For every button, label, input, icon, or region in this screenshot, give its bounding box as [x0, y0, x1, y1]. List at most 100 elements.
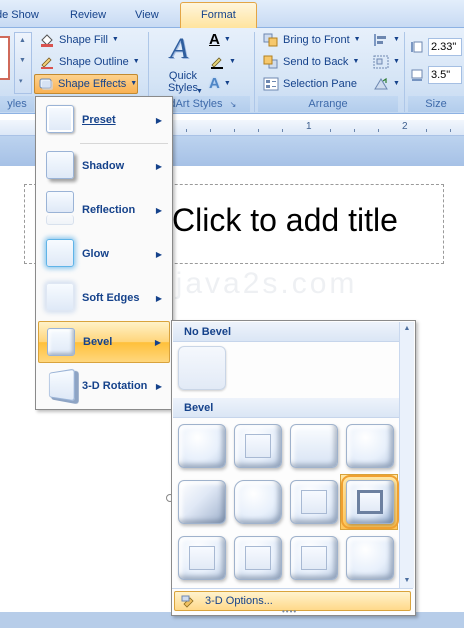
soft-edges-thumb-icon: [46, 283, 74, 311]
shape-style-preview[interactable]: [0, 36, 10, 80]
menu-item-soft-edges[interactable]: Soft Edges ▶: [38, 277, 170, 319]
shape-height-input[interactable]: 2.33": [428, 38, 462, 56]
menu-item-glow[interactable]: Glow ▶: [38, 233, 170, 275]
group-objects-button[interactable]: ▼: [370, 52, 403, 72]
3d-options-label: 3-D Options...: [205, 595, 273, 607]
dialog-launcher-icon[interactable]: ↘: [230, 100, 237, 109]
tab-view[interactable]: View: [135, 6, 159, 28]
bevel-option-circle[interactable]: [178, 424, 226, 468]
shape-effects-button[interactable]: Shape Effects ▼: [34, 74, 138, 94]
ruler-tick: [354, 129, 355, 132]
ruler-tick: [282, 129, 283, 132]
shape-outline-button[interactable]: Shape Outline ▼: [36, 52, 143, 72]
menu-item-bevel[interactable]: Bevel ▶: [38, 321, 170, 363]
paint-bucket-icon: [39, 33, 55, 47]
3d-rotation-thumb-icon: [48, 368, 75, 402]
resize-grip-icon[interactable]: ••••: [282, 607, 297, 616]
bevel-option-art-deco[interactable]: [346, 536, 394, 580]
pencil-icon: [39, 55, 55, 69]
ruler-tick: [258, 129, 259, 132]
size-group-label: Size: [408, 96, 464, 112]
arrange-group-label: Arrange: [258, 96, 398, 112]
menu-item-label: Bevel: [83, 336, 113, 348]
rotate-button[interactable]: ▼: [370, 74, 403, 94]
bring-to-front-label: Bring to Front: [283, 34, 350, 46]
bevel-thumb-icon: [47, 328, 75, 356]
bevel-option-none[interactable]: [178, 346, 226, 390]
shape-effects-icon: [38, 77, 54, 91]
menu-item-reflection[interactable]: Reflection ▶: [38, 189, 170, 231]
reflection-thumb-icon: [46, 191, 74, 213]
scroll-up-icon[interactable]: ▲: [400, 322, 414, 336]
shape-effects-label: Shape Effects: [58, 78, 127, 90]
bevel-option-angle[interactable]: [178, 480, 226, 524]
submenu-arrow-icon: ▶: [155, 161, 162, 171]
rotate-icon: [373, 77, 389, 91]
chevron-down-icon: ▼: [130, 80, 138, 87]
ruler-tick: [450, 129, 451, 132]
chevron-down-icon: ▼: [353, 36, 361, 43]
align-button[interactable]: ▼: [370, 30, 403, 50]
chevron-down-icon: ▼: [111, 36, 119, 43]
ruler-tick: [210, 129, 211, 132]
bevel-option-convex[interactable]: [290, 480, 338, 524]
bevel-option-hard-edge[interactable]: [290, 536, 338, 580]
chevron-down-icon: ▼: [352, 58, 360, 65]
3d-options-icon: [181, 594, 197, 608]
tab-review[interactable]: Review: [70, 6, 106, 28]
ruler-number: 2: [402, 121, 408, 132]
style-gallery-scroll[interactable]: ▲ ▼ ▾: [14, 32, 32, 94]
chevron-down-icon: ▼: [393, 58, 400, 65]
send-to-back-button[interactable]: Send to Back ▼: [260, 52, 362, 72]
shape-fill-button[interactable]: Shape Fill ▼: [36, 30, 122, 50]
bevel-option-cool-slant[interactable]: [346, 424, 394, 468]
title-placeholder-text[interactable]: Click to add title: [172, 202, 398, 239]
glow-thumb-icon: [46, 239, 74, 267]
bring-to-front-button[interactable]: Bring to Front ▼: [260, 30, 364, 50]
chevron-down-icon: ▼: [393, 36, 400, 43]
shadow-thumb-icon: [46, 151, 74, 179]
quick-styles-button[interactable]: A Quick Styles: [164, 30, 204, 94]
bevel-option-divot[interactable]: [178, 536, 226, 580]
bevel-option-slope[interactable]: [341, 475, 399, 529]
tab-format[interactable]: Format: [180, 2, 257, 29]
chevron-down-icon: ▼: [196, 88, 203, 95]
text-effects-button[interactable]: A ▼: [206, 74, 234, 94]
chevron-down-icon: ▼: [223, 80, 231, 87]
gallery-scrollbar[interactable]: ▲ ▼: [399, 322, 414, 588]
menu-item-preset[interactable]: Preset ▶: [38, 99, 170, 141]
submenu-arrow-icon: ▶: [154, 337, 161, 347]
bevel-option-cross[interactable]: [290, 424, 338, 468]
menu-separator: [80, 143, 168, 144]
bevel-option-relaxed-inset[interactable]: [234, 424, 282, 468]
wordart-a-icon: A: [170, 32, 189, 65]
shape-width-input[interactable]: 3.5": [428, 66, 462, 84]
ruler-tick: [330, 129, 331, 132]
ruler-number: 1: [306, 121, 312, 132]
send-to-back-label: Send to Back: [283, 56, 349, 68]
text-fill-icon: A: [209, 31, 220, 48]
bevel-option-soft-round[interactable]: [234, 480, 282, 524]
ruler-tick: [234, 129, 235, 132]
scroll-down-icon[interactable]: ▼: [400, 574, 414, 588]
bevel-option-riblet[interactable]: [234, 536, 282, 580]
gallery-footer: 3-D Options... ••••: [172, 588, 415, 616]
shape-height-icon: [410, 40, 424, 54]
preset-thumb-icon: [46, 105, 74, 133]
no-bevel-heading: No Bevel: [173, 322, 399, 342]
text-fill-button[interactable]: A ▼: [206, 30, 234, 50]
menu-item-3d-rotation[interactable]: 3-D Rotation ▶: [38, 365, 170, 407]
selection-pane-button[interactable]: Selection Pane: [260, 74, 360, 94]
group-icon: [373, 55, 389, 69]
quick-styles-label-2: Styles: [168, 82, 198, 94]
align-icon: [373, 33, 389, 47]
selection-pane-label: Selection Pane: [283, 78, 357, 90]
chevron-down-icon: ▼: [229, 58, 236, 65]
menu-item-shadow[interactable]: Shadow ▶: [38, 145, 170, 187]
menu-item-label: Reflection: [82, 204, 136, 216]
chevron-down-icon: ▼: [132, 58, 140, 65]
group-divider: [254, 32, 255, 112]
text-outline-button[interactable]: ▼: [206, 52, 239, 72]
menu-item-label: Shadow: [82, 160, 125, 172]
tab-slide-show[interactable]: de Show: [0, 6, 39, 28]
